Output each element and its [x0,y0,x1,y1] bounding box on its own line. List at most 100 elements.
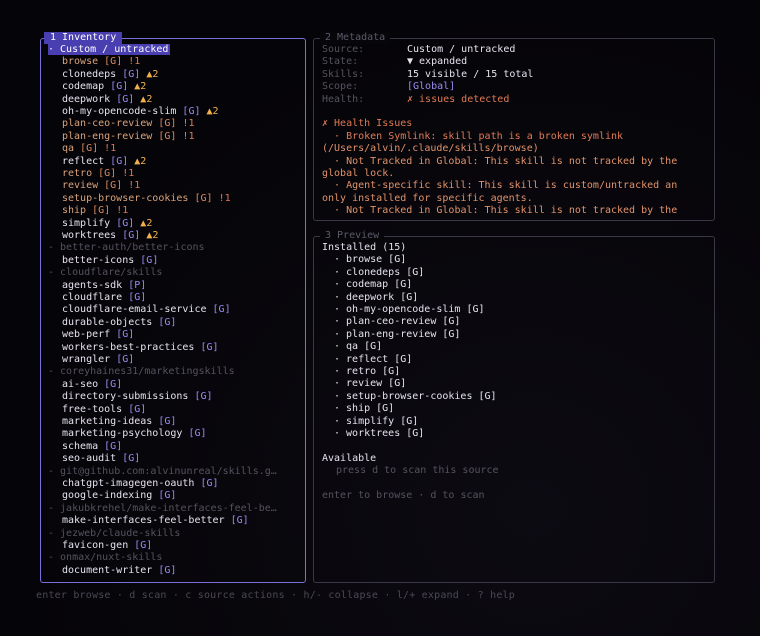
skill-item[interactable]: plan-ceo-review [G] !1 [62,118,301,131]
skill-name: setup-browser-cookies [62,192,189,204]
skill-item[interactable]: web-perf [G] [62,329,301,342]
skill-item[interactable]: ship [G] !1 [62,205,301,218]
source-header[interactable]: - coreyhaines31/marketingskills [48,366,235,379]
warning-badge: ▲2 [134,81,147,93]
source-header-label: - jakubkrehel/make-interfaces-feel-be… [48,502,277,514]
skill-name: favicon-gen [62,540,129,551]
source-header-label: - jezweb/claude-skills [48,527,181,539]
installed-skill: · qa [G] [334,341,710,354]
skill-item[interactable]: workers-best-practices [G] [62,342,301,355]
skill-item[interactable]: marketing-ideas [G] [62,416,301,429]
scope-tag: [G] [80,143,99,155]
skill-item[interactable]: marketing-psychology [G] [62,428,301,441]
warning-badge: ▲2 [140,93,153,105]
scope-tag: [G] [188,428,207,440]
skill-item[interactable]: qa [G] !1 [62,143,301,156]
skill-item[interactable]: chatgpt-imagegen-oauth [G] [62,478,301,491]
field-label: Skills: [322,68,365,80]
issue-text: · Agent-specific skill: This skill is cu… [322,180,678,192]
issue-text: (/Users/alvin/.claude/skills/browse) [322,143,539,155]
skill-item[interactable]: simplify [G] ▲2 [62,218,301,231]
skill-item[interactable]: wrangler [G] [62,354,301,367]
scope-tag: [G] [116,354,135,365]
source-header[interactable]: - jakubkrehel/make-interfaces-feel-be… [48,503,277,516]
skill-item[interactable]: review [G] !1 [62,180,301,193]
skill-item[interactable]: better-icons [G] [62,255,301,268]
installed-skill: · worktrees [G] [334,428,710,441]
skill-name: ship [62,205,87,217]
keybinding-help: enter browse · d scan · c source actions… [36,590,515,601]
skill-item[interactable]: google-indexing [G] [62,490,301,503]
skill-name: wrangler [62,354,111,365]
available-heading: Available [322,453,710,466]
source-header[interactable]: - onmax/nuxt-skills [48,552,162,565]
skill-item[interactable]: plan-eng-review [G] !1 [62,131,301,144]
field-label: Health: [322,93,365,105]
skill-item[interactable]: cloudflare [G] [62,292,301,305]
field-label: State: [322,56,359,68]
scope-tag: [G] [158,416,177,427]
installed-skill: · clonedeps [G] [334,267,710,280]
skill-item[interactable]: document-writer [G] [62,565,301,578]
skill-item[interactable]: favicon-gen [G] [62,540,301,553]
available-label: Available [322,452,377,464]
scope-tag: [P] [128,279,147,291]
skill-name: workers-best-practices [62,341,195,353]
scope-tag: [G] [92,205,111,217]
scope-tag: [G] [158,130,177,142]
source-header[interactable]: · Custom / untracked [48,44,171,57]
skill-item[interactable]: clonedeps [G] ▲2 [62,69,301,82]
skill-item[interactable]: schema [G] [62,441,301,454]
field-value: [Global] [407,81,456,93]
source-header-label: - better-auth/better-icons [48,242,205,254]
skill-item[interactable]: browse [G] !1 [62,56,301,69]
installed-skill-label: · simplify [G] [334,415,419,427]
scope-tag: [G] [158,316,177,328]
scope-tag: [G] [122,68,141,80]
skill-item[interactable]: setup-browser-cookies [G] !1 [62,193,301,206]
source-header-label: - cloudflare/skills [48,267,163,279]
inventory-panel: 1 Inventory · Custom / untracked browse [… [40,32,306,583]
skill-item[interactable]: ai-seo [G] [62,379,301,392]
skill-item[interactable]: seo-audit [G] [62,453,301,466]
available-hint-text: press d to scan this source [336,465,499,477]
skill-item[interactable]: cloudflare-email-service [G] [62,304,301,317]
skill-item[interactable]: durable-objects [G] [62,317,301,330]
skill-item[interactable]: oh-my-opencode-slim [G] ▲2 [62,106,301,119]
health-issue-line: · Agent-specific skill: This skill is cu… [322,180,710,193]
scope-tag: [G] [200,478,219,489]
skill-name: marketing-psychology [62,428,183,440]
health-issue-line: global lock. [322,168,710,181]
skill-item[interactable]: deepwork [G] ▲2 [62,94,301,107]
scope-tag: [G] [200,341,219,353]
scope-tag: [G] [110,155,129,167]
skill-item[interactable]: codemap [G] ▲2 [62,81,301,94]
skill-name: document-writer [62,564,153,576]
skill-name: agents-sdk [62,279,123,291]
source-header[interactable]: - better-auth/better-icons [48,242,205,255]
source-header[interactable]: - jezweb/claude-skills [48,528,180,541]
metadata-field: Health: ✗ issues detected [322,94,710,107]
issue-text: only installed for specific agents. [322,192,533,204]
scope-tag: [G] [104,56,123,68]
field-label: Scope: [322,81,359,93]
skill-name: reflect [62,155,105,167]
skill-item[interactable]: retro [G] !1 [62,168,301,181]
skill-item[interactable]: directory-submissions [G] [62,391,301,404]
error-badge: !1 [182,118,195,130]
skill-name: web-perf [62,329,111,341]
skill-item[interactable]: agents-sdk [P] [62,280,301,293]
skill-item[interactable]: reflect [G] ▲2 [62,156,301,169]
metadata-field: Source: Custom / untracked [322,44,710,57]
source-header[interactable]: - git@github.com:alvinunreal/skills.g… [48,466,277,479]
skill-name: better-icons [62,254,135,266]
skill-item[interactable]: worktrees [G] ▲2 [62,230,301,243]
skill-item[interactable]: make-interfaces-feel-better [G] [62,515,301,528]
skill-item[interactable]: free-tools [G] [62,404,301,417]
skill-name: free-tools [62,403,123,415]
source-header[interactable]: - cloudflare/skills [48,267,162,280]
source-header-label: · Custom / untracked [48,44,171,55]
skill-name: marketing-ideas [62,416,153,427]
error-badge: !1 [104,143,117,155]
error-badge: !1 [128,56,141,68]
